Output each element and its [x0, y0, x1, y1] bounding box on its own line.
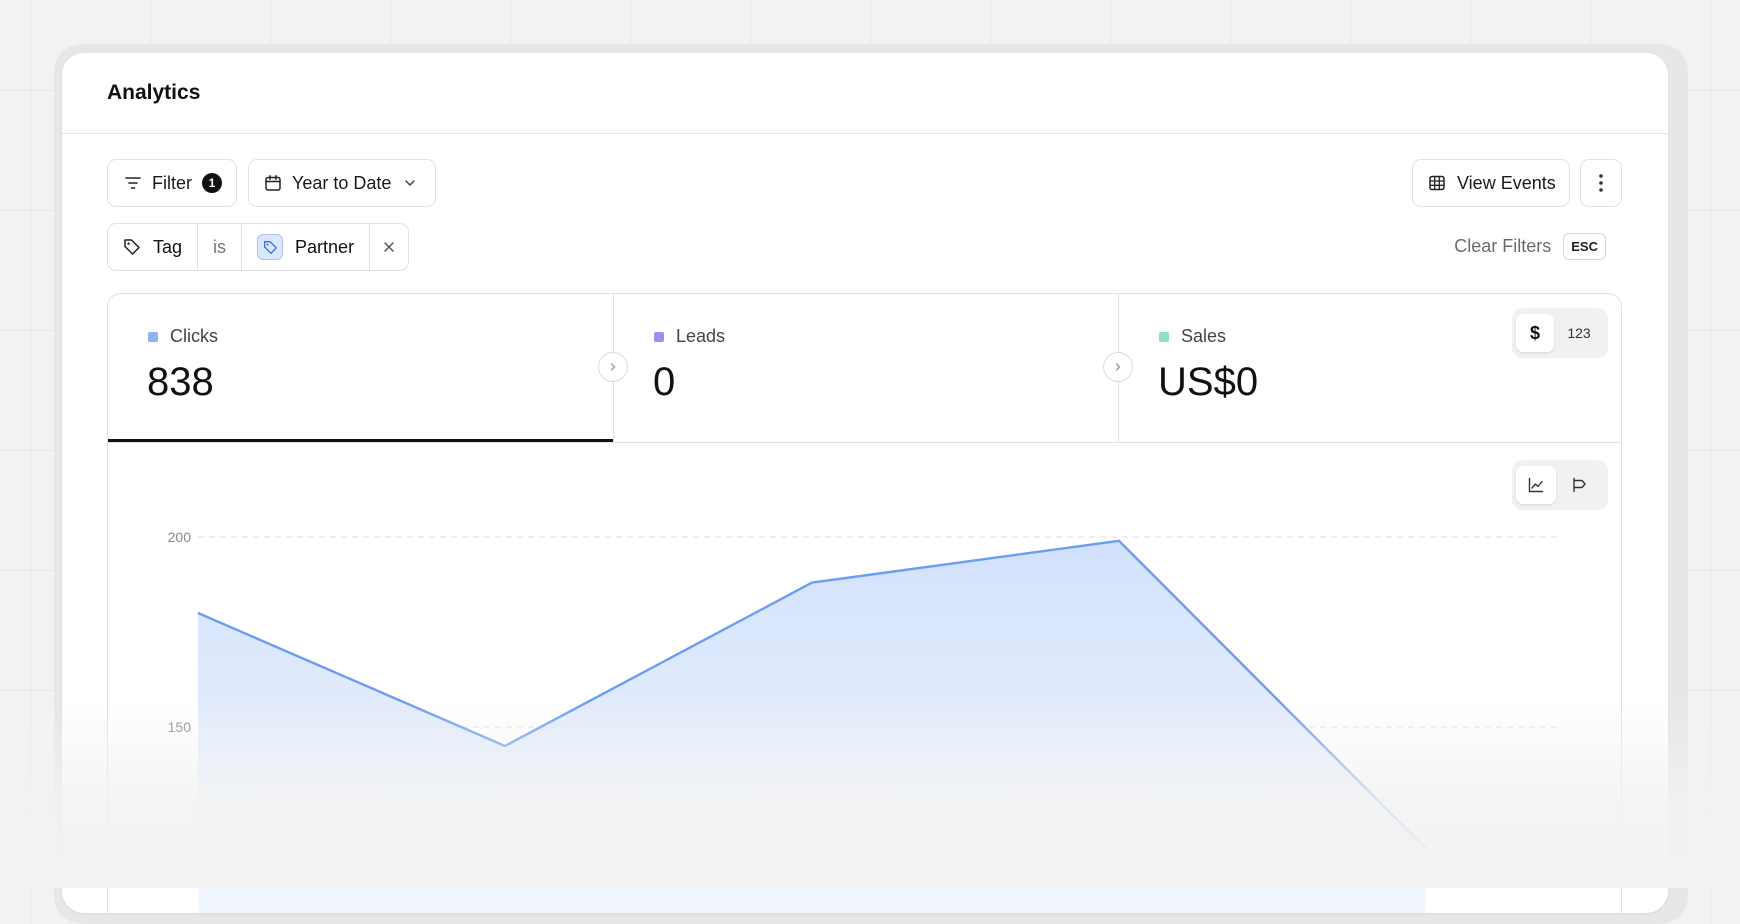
leads-color-dot [654, 332, 664, 342]
date-range-label: Year to Date [292, 173, 391, 194]
count-toggle-button[interactable]: 123 [1554, 314, 1604, 352]
metric-tabs: Clicks 838 Leads 0 Sales US$0 [108, 294, 1621, 443]
filter-value-segment[interactable]: Partner [242, 224, 370, 270]
sales-value: US$0 [1158, 360, 1258, 405]
tag-icon [123, 238, 141, 256]
date-range-dropdown[interactable]: Year to Date [248, 159, 436, 207]
metric-tab-clicks[interactable]: Clicks 838 [108, 294, 613, 442]
tag-chip-icon [257, 234, 283, 260]
clicks-area-fill [198, 541, 1426, 913]
funnel-arrow-icon [1103, 352, 1133, 382]
clicks-color-dot [148, 332, 158, 342]
chevron-down-icon [403, 176, 417, 190]
clear-filters-button[interactable]: Clear Filters ESC [1454, 233, 1606, 260]
filter-count-badge: 1 [202, 173, 222, 193]
analytics-card: Analytics Filter 1 Year to Date View Eve… [62, 53, 1668, 913]
y-tick-label: 200 [168, 529, 192, 545]
esc-shortcut-badge: ESC [1563, 233, 1606, 260]
table-icon [1428, 174, 1446, 192]
remove-filter-button[interactable] [370, 224, 408, 270]
filter-operator-segment[interactable]: is [198, 224, 242, 270]
currency-toggle-button[interactable]: $ [1516, 314, 1554, 352]
sales-color-dot [1159, 332, 1169, 342]
clicks-label: Clicks [170, 326, 218, 347]
filter-button-label: Filter [152, 173, 192, 194]
leads-label: Leads [676, 326, 725, 347]
clicks-value: 838 [147, 360, 214, 405]
view-events-label: View Events [1457, 173, 1556, 194]
more-vertical-icon [1598, 173, 1604, 193]
funnel-arrow-icon [598, 352, 628, 382]
metrics-chart-panel: Clicks 838 Leads 0 Sales US$0 [107, 293, 1622, 913]
filter-value-label: Partner [295, 237, 354, 258]
leads-value: 0 [653, 360, 675, 405]
filter-lines-icon [124, 174, 142, 192]
sales-label: Sales [1181, 326, 1226, 347]
y-tick-label: 150 [168, 719, 192, 735]
filter-field-segment[interactable]: Tag [108, 224, 198, 270]
calendar-icon [264, 174, 282, 192]
close-icon [382, 240, 396, 254]
active-filter-pill: Tag is Partner [107, 223, 409, 271]
filter-field-label: Tag [153, 237, 182, 258]
view-events-button[interactable]: View Events [1412, 159, 1570, 207]
more-options-button[interactable] [1580, 159, 1622, 207]
filter-button[interactable]: Filter 1 [107, 159, 237, 207]
filter-operator-label: is [213, 237, 226, 258]
clicks-area-chart: 150 200 [108, 442, 1621, 913]
header: Analytics [62, 53, 1668, 134]
unit-toggle: $ 123 [1512, 308, 1608, 358]
clear-filters-label: Clear Filters [1454, 236, 1551, 257]
page-title: Analytics [107, 81, 200, 105]
metric-tab-leads[interactable]: Leads 0 [614, 294, 1118, 442]
